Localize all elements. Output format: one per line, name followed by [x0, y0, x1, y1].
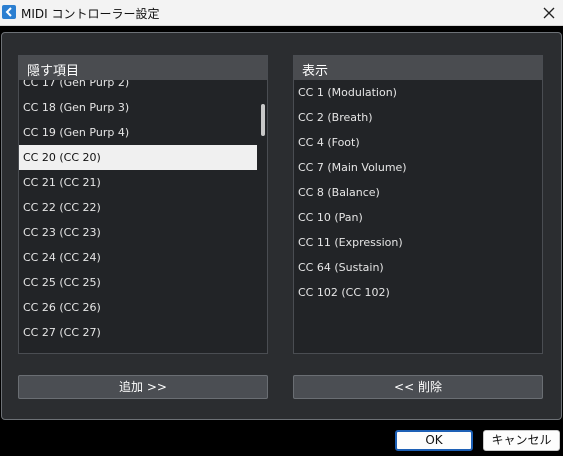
list-item[interactable]: CC 64 (Sustain)	[294, 255, 532, 280]
main-panel: 隠す項目 CC 17 (Gen Purp 2) CC 18 (Gen Purp 3…	[1, 32, 562, 420]
ok-button[interactable]: OK	[395, 430, 473, 451]
list-item[interactable]: CC 11 (Expression)	[294, 230, 532, 255]
list-item[interactable]: CC 8 (Balance)	[294, 180, 532, 205]
title-bar: MIDI コントローラー設定	[0, 0, 563, 26]
list-item[interactable]: CC 22 (CC 22)	[19, 195, 257, 220]
list-item[interactable]: CC 7 (Main Volume)	[294, 155, 532, 180]
hidden-items-list: 隠す項目 CC 17 (Gen Purp 2) CC 18 (Gen Purp 3…	[18, 55, 268, 354]
remove-button[interactable]: << 削除	[293, 375, 543, 399]
list-item[interactable]: CC 28 (CC 28)	[19, 345, 257, 353]
hidden-list-body[interactable]: CC 17 (Gen Purp 2) CC 18 (Gen Purp 3) CC 1…	[19, 80, 267, 353]
list-item[interactable]: CC 4 (Foot)	[294, 130, 532, 155]
shown-items-list: 表示 CC 1 (Modulation) CC 2 (Breath) CC 4 (F…	[293, 55, 543, 354]
close-button[interactable]	[535, 0, 563, 26]
hidden-list-header: 隠す項目	[19, 56, 267, 80]
list-item[interactable]: CC 20 (CC 20)	[19, 145, 257, 170]
list-item[interactable]: CC 19 (Gen Purp 4)	[19, 120, 257, 145]
list-item[interactable]: CC 24 (CC 24)	[19, 245, 257, 270]
list-item[interactable]: CC 23 (CC 23)	[19, 220, 257, 245]
list-item[interactable]: CC 1 (Modulation)	[294, 80, 532, 105]
list-item[interactable]: CC 25 (CC 25)	[19, 270, 257, 295]
cancel-button[interactable]: キャンセル	[483, 430, 560, 451]
list-item[interactable]: CC 10 (Pan)	[294, 205, 532, 230]
close-icon	[543, 7, 555, 19]
list-item[interactable]: CC 18 (Gen Purp 3)	[19, 95, 257, 120]
list-item[interactable]: CC 26 (CC 26)	[19, 295, 257, 320]
list-item[interactable]: CC 21 (CC 21)	[19, 170, 257, 195]
list-item[interactable]: CC 27 (CC 27)	[19, 320, 257, 345]
shown-list-body[interactable]: CC 1 (Modulation) CC 2 (Breath) CC 4 (Foot…	[294, 80, 542, 353]
hidden-list-scrollbar[interactable]	[260, 80, 266, 353]
scrollbar-thumb[interactable]	[261, 104, 265, 136]
app-icon	[2, 5, 16, 19]
list-item[interactable]: CC 102 (CC 102)	[294, 280, 532, 305]
window-title: MIDI コントローラー設定	[21, 7, 160, 21]
list-item[interactable]: CC 2 (Breath)	[294, 105, 532, 130]
list-item[interactable]: CC 17 (Gen Purp 2)	[19, 80, 257, 95]
add-button[interactable]: 追加 >>	[18, 375, 268, 399]
shown-list-header: 表示	[294, 56, 542, 80]
